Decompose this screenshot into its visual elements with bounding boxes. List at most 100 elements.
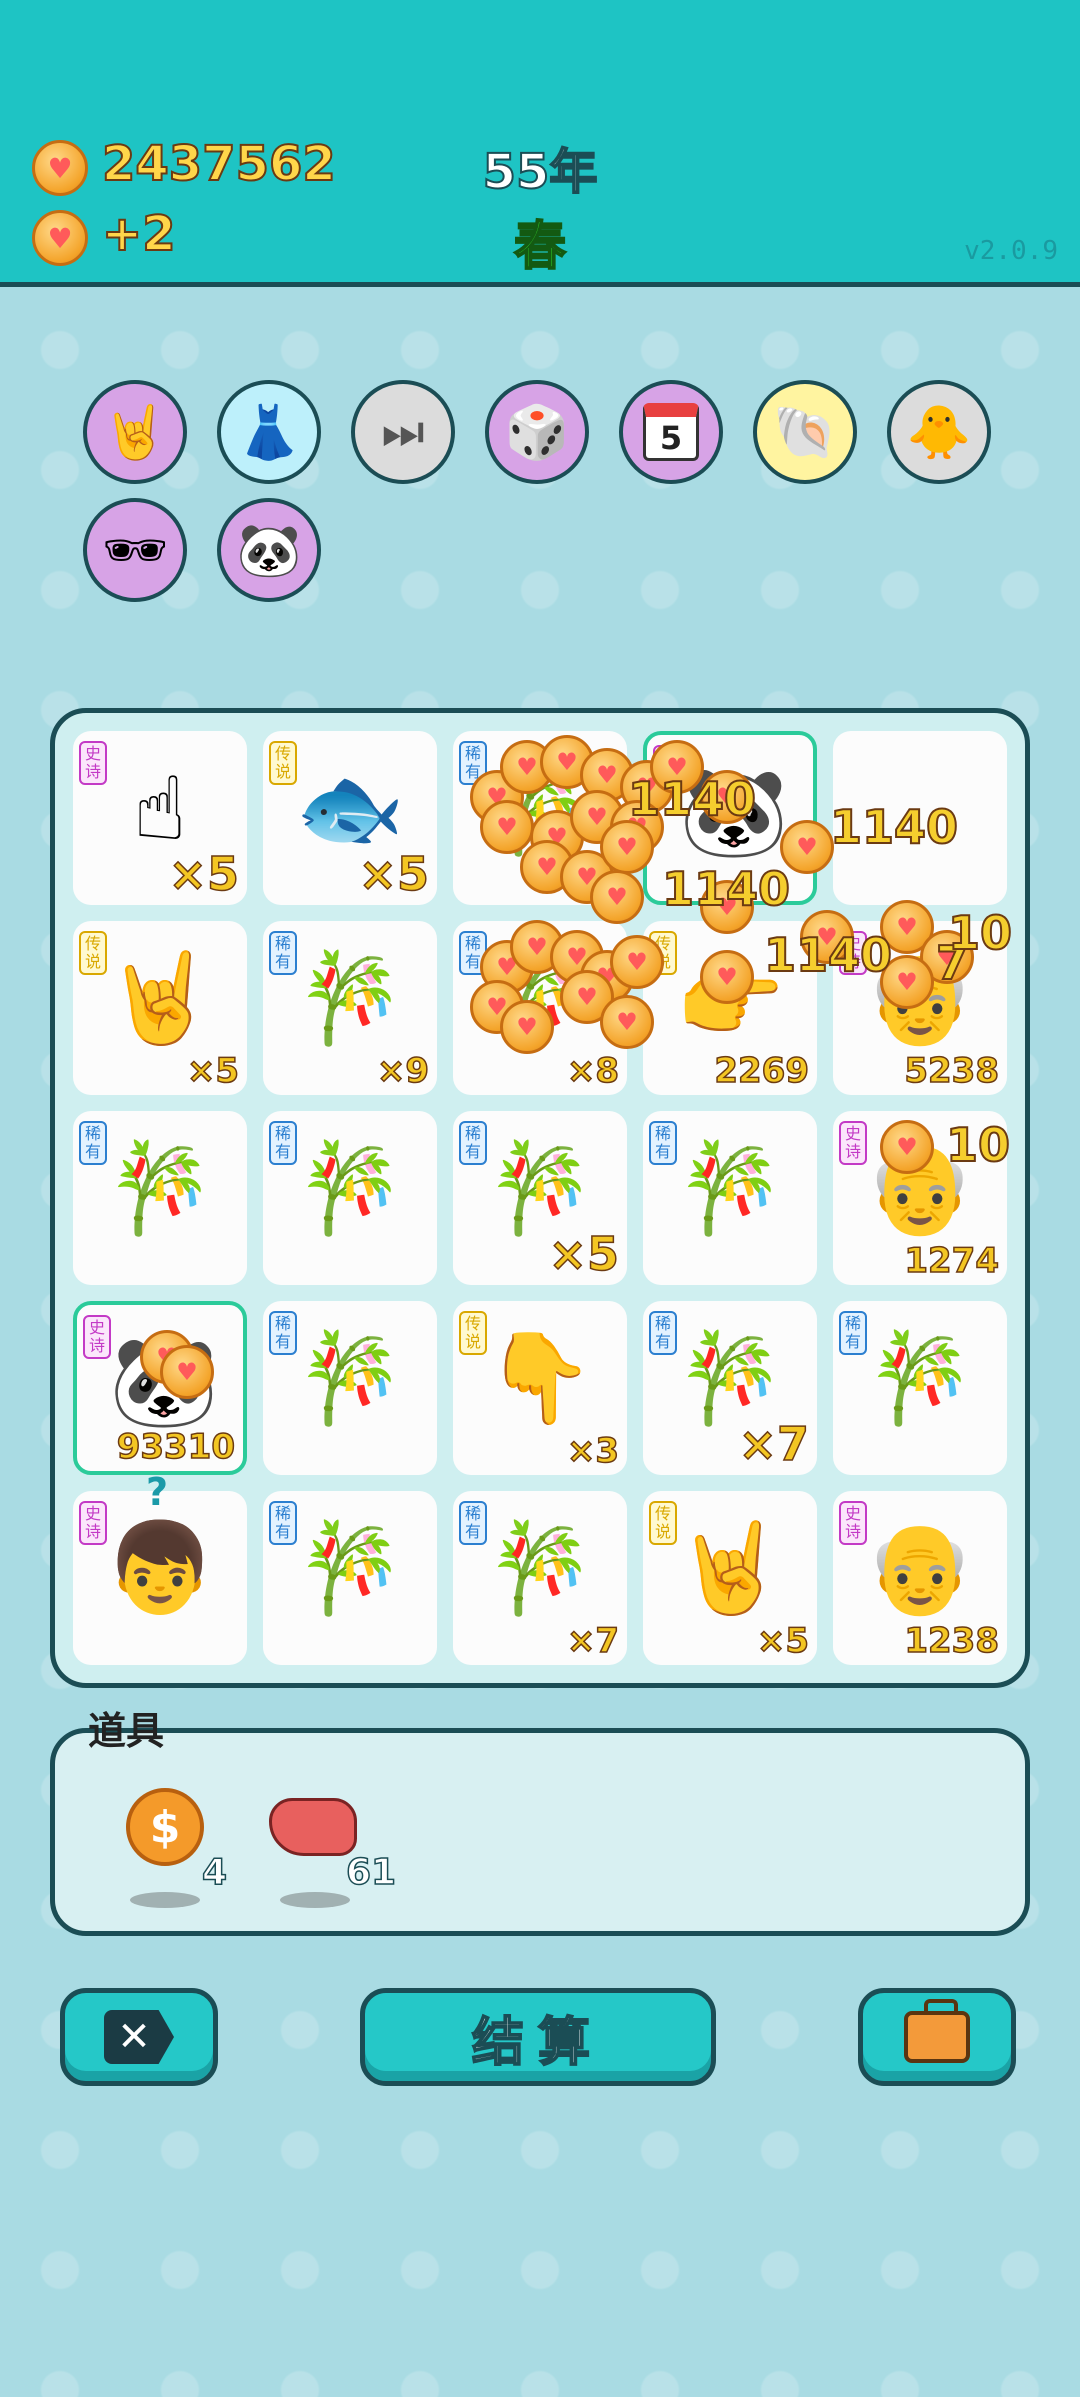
- coin-gain-number: 1140: [627, 771, 757, 827]
- symbol-count: ×7: [566, 1620, 620, 1662]
- coin-dollar-icon[interactable]: $: [120, 1782, 210, 1872]
- liver-icon[interactable]: [268, 1782, 358, 1872]
- rarity-tag: 史诗: [83, 1315, 111, 1359]
- calendar-icon[interactable]: 5: [619, 380, 723, 484]
- symbol-count: ×5: [756, 1620, 810, 1662]
- coin-gain-number: 10: [947, 905, 1013, 961]
- symbol-count: 93310: [116, 1426, 236, 1468]
- board-cell[interactable]: 史诗 👴 1238: [833, 1491, 1007, 1665]
- coin-particle-icon: ♥: [590, 870, 644, 924]
- calendar-day: 5: [643, 403, 699, 461]
- skirt-icon[interactable]: 👗: [217, 380, 321, 484]
- items-label: 道具: [88, 1709, 165, 1753]
- rarity-tag: 稀有: [269, 1311, 297, 1355]
- coin-particle-icon: ♥: [160, 1345, 214, 1399]
- board-cell[interactable]: 稀有 🎋: [73, 1111, 247, 1285]
- settle-label: 结算: [471, 2012, 604, 2074]
- symbol-count: ×5: [548, 1226, 620, 1282]
- symbol-count: 5238: [904, 1050, 1000, 1092]
- rarity-tag: 稀有: [459, 1501, 487, 1545]
- sunglasses-gold-icon[interactable]: 🕶: [83, 498, 187, 602]
- coin-gain-number: 10: [945, 1117, 1011, 1173]
- board-cell[interactable]: 稀有 🎋: [263, 1111, 437, 1285]
- coin-particle-icon: ♥: [610, 935, 664, 989]
- board-cell[interactable]: 稀有 🎋 ×5: [453, 1111, 627, 1285]
- board-cell[interactable]: 稀有 🎋: [263, 1301, 437, 1475]
- symbol-count: ×5: [168, 846, 240, 902]
- item-count: 61: [345, 1851, 397, 1894]
- coin-rate-icon: ♥: [32, 210, 88, 266]
- rarity-tag: 传说: [269, 741, 297, 785]
- rarity-tag: 稀有: [839, 1311, 867, 1355]
- rarity-tag: 稀有: [269, 931, 297, 975]
- board-cell[interactable]: 稀有 🎋 ×7: [643, 1301, 817, 1475]
- board-cell[interactable]: 稀有 🎋: [833, 1301, 1007, 1475]
- bamboo-icon: 🎋: [485, 1516, 595, 1619]
- top-bar: ♥ 2437562 ♥ +2 55年 春 v2.0.9: [0, 0, 1080, 287]
- rock-hand-icon: 🤘: [105, 946, 215, 1049]
- bamboo-icon: 🎋: [295, 1516, 405, 1619]
- board-cell[interactable]: 稀有 🎋: [643, 1111, 817, 1285]
- coin-particle-icon: ♥: [600, 820, 654, 874]
- symbol-count: ×3: [566, 1430, 620, 1472]
- version-label: v2.0.9: [964, 236, 1058, 266]
- board-cell[interactable]: 传说 🐟 ×5: [263, 731, 437, 905]
- year-label: 55年: [482, 143, 599, 201]
- rarity-tag: 稀有: [269, 1121, 297, 1165]
- symbol-count: 1238: [904, 1620, 1000, 1662]
- rock-hand-icon[interactable]: 🤘: [83, 380, 187, 484]
- coin-gain-number: 1140: [763, 927, 893, 983]
- settle-button[interactable]: 结算: [360, 1988, 716, 2086]
- symbol-count: 1274: [904, 1240, 1000, 1282]
- item-shadow: [280, 1892, 350, 1908]
- bamboo-icon: 🎋: [295, 1326, 405, 1429]
- board-cell[interactable]: 传说 🤘 ×5: [73, 921, 247, 1095]
- red-cap-boy-icon: 👦: [105, 1516, 215, 1619]
- green-hat-man-icon: 👴: [865, 1516, 975, 1619]
- symbol-count: 2269: [714, 1050, 810, 1092]
- inventory-button[interactable]: [858, 1988, 1016, 2086]
- rarity-tag: 传说: [459, 1311, 487, 1355]
- coin-particle-icon: ♥: [600, 995, 654, 1049]
- board-cell[interactable]: 稀有 🎋 ×7: [453, 1491, 627, 1665]
- close-button[interactable]: ✕: [60, 1988, 218, 2086]
- close-icon: ✕: [104, 2010, 174, 2064]
- rarity-tag: 史诗: [839, 1501, 867, 1545]
- coin-total: 2437562: [101, 135, 337, 193]
- board-cell[interactable]: 传说 👇 ×3: [453, 1301, 627, 1475]
- season-label: 春: [513, 216, 567, 278]
- dice-bag-icon[interactable]: 🎲: [485, 380, 589, 484]
- rarity-tag: 稀有: [649, 1311, 677, 1355]
- rarity-tag: 史诗: [839, 1121, 867, 1165]
- skip-arrow-icon[interactable]: ⏭: [351, 380, 455, 484]
- rarity-tag: 稀有: [269, 1501, 297, 1545]
- bamboo-icon: 🎋: [295, 946, 405, 1049]
- bamboo-icon: 🎋: [865, 1326, 975, 1429]
- board-cell[interactable]: 史诗🐼93310: [73, 1301, 247, 1475]
- chick-egg-icon[interactable]: 🐥: [887, 380, 991, 484]
- rarity-tag: 史诗: [79, 1501, 107, 1545]
- coin-icon: ♥: [32, 140, 88, 196]
- board-cell[interactable]: 稀有 🎋 ×9: [263, 921, 437, 1095]
- board-cell[interactable]: 稀有 🎋: [263, 1491, 437, 1665]
- rarity-tag: 稀有: [79, 1121, 107, 1165]
- koi-fish-icon: 🐟: [295, 756, 405, 859]
- shell-icon[interactable]: 🐚: [753, 380, 857, 484]
- coin-gain-number: 1140: [661, 861, 791, 917]
- board-cell[interactable]: 史诗 ☝ ×5: [73, 731, 247, 905]
- panda-icon[interactable]: 🐼: [217, 498, 321, 602]
- bamboo-icon: 🎋: [105, 1136, 215, 1239]
- board-cell[interactable]: 史诗 👦: [73, 1491, 247, 1665]
- rarity-tag: 传说: [79, 931, 107, 975]
- symbol-count: ×5: [358, 846, 430, 902]
- bamboo-icon: 🎋: [295, 1136, 405, 1239]
- coin-particle-icon: ♥: [700, 950, 754, 1004]
- rarity-tag: 史诗: [79, 741, 107, 785]
- bamboo-icon: 🎋: [675, 1136, 785, 1239]
- coin-particle-icon: ♥: [500, 1000, 554, 1054]
- symbol-count: ×7: [738, 1416, 810, 1472]
- symbol-count: ×9: [376, 1050, 430, 1092]
- bamboo-icon: 🎋: [675, 1326, 785, 1429]
- coin-rate: +2: [101, 205, 177, 263]
- board-cell[interactable]: 传说 🤘 ×5: [643, 1491, 817, 1665]
